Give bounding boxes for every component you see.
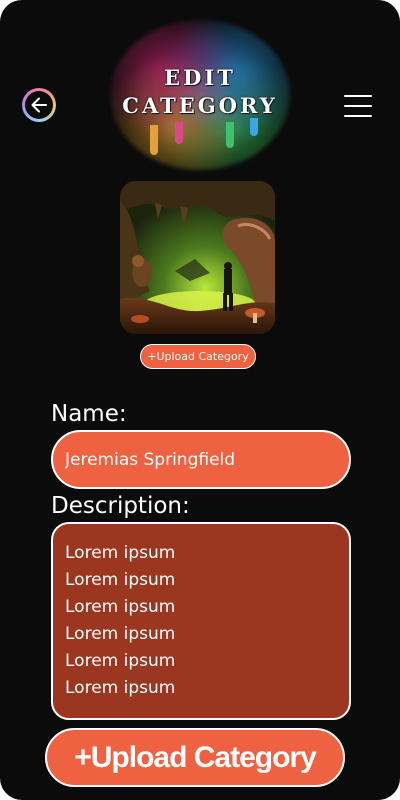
paint-drip: [175, 122, 183, 144]
description-line: Lorem ipsum: [65, 543, 176, 563]
description-label: Description:: [51, 493, 190, 519]
upload-image-button[interactable]: +Upload Category: [140, 344, 256, 369]
paint-drip: [250, 118, 258, 136]
name-label: Name:: [51, 401, 127, 427]
paint-drip: [150, 125, 158, 155]
menu-bar: [344, 105, 372, 107]
description-line: Lorem ipsum: [65, 597, 176, 617]
description-textarea[interactable]: Lorem ipsum Lorem ipsum Lorem ipsum Lore…: [51, 522, 351, 720]
menu-bar: [344, 115, 372, 117]
page-title-line2: CATEGORY: [122, 93, 278, 118]
description-line: Lorem ipsum: [65, 570, 176, 590]
edit-category-screen: EDIT CATEGORY +Upload Category Name: Jer…: [0, 0, 400, 800]
hamburger-menu-icon[interactable]: [344, 93, 374, 119]
page-title-line1: EDIT: [164, 65, 236, 90]
description-line: Lorem ipsum: [65, 624, 176, 644]
page-title: EDIT CATEGORY: [100, 64, 300, 120]
category-image: [120, 181, 275, 334]
back-button-inner: [25, 91, 53, 119]
arrow-left-icon: [31, 97, 47, 113]
description-line: Lorem ipsum: [65, 651, 176, 671]
upload-category-button[interactable]: +Upload Category: [45, 728, 345, 787]
paint-drip: [226, 122, 234, 148]
category-image-artwork: [120, 181, 275, 334]
name-input[interactable]: [51, 430, 351, 489]
back-button[interactable]: [22, 88, 56, 122]
menu-bar: [344, 95, 372, 97]
description-line: Lorem ipsum: [65, 678, 176, 698]
